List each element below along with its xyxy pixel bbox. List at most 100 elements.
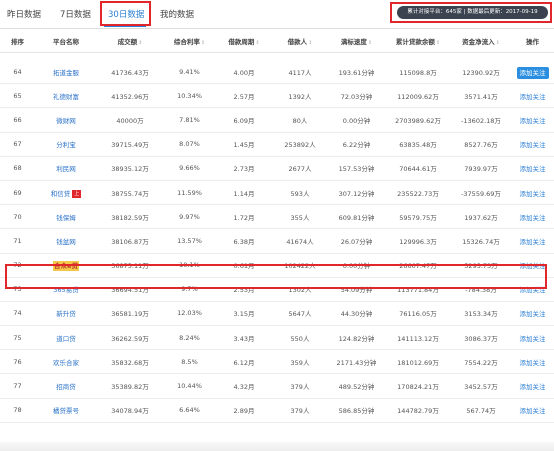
platform-link[interactable]: 拓道金服 [53, 69, 79, 77]
cell-inflow: 1937.62万 [451, 204, 511, 230]
cell-value: 38106.87万 [111, 237, 149, 246]
cell-value: 69 [13, 188, 22, 197]
cell-value: 3086.37万 [464, 334, 498, 343]
cell-name: 招商贷 [35, 373, 97, 399]
platform-link[interactable]: 利民网 [56, 165, 76, 173]
platform-link[interactable]: 欢乐合家 [53, 359, 79, 367]
platform-link[interactable]: 礼德财富 [53, 93, 79, 101]
add-follow-button[interactable]: 添加关注 [520, 93, 546, 101]
cell-value: 355人 [290, 213, 310, 222]
cell-value: 235522.73万 [397, 189, 439, 198]
cell-value: 359人 [290, 358, 310, 367]
platform-link[interactable]: 微财网 [56, 117, 76, 125]
cell-action: 添加关注 [511, 373, 554, 399]
header-speed[interactable]: 满标速度↕ [328, 29, 385, 53]
cell-value: 2.89月 [233, 407, 255, 416]
cell-value: 80人 [292, 116, 308, 125]
tab-yesterday[interactable]: 昨日数据 [7, 8, 41, 20]
platform-link[interactable]: 钱盆网 [56, 238, 76, 246]
platform-link[interactable]: 分利宝 [56, 141, 76, 149]
cell-rank: 68 [0, 156, 35, 181]
cell-value: 10.34% [177, 91, 202, 100]
cell-value: 8.24% [179, 333, 200, 342]
cell-balance: 170824.21万 [385, 373, 451, 399]
cell-rate: 12.03% [163, 301, 216, 327]
header-balance[interactable]: 累计贷款余额↕ [385, 29, 451, 53]
header-inflow[interactable]: 资金净流入↕ [451, 29, 511, 53]
cell-value: 6.22分钟 [342, 141, 371, 150]
sort-icon[interactable]: ↕ [368, 40, 372, 46]
cell-action: 添加关注 [511, 132, 554, 157]
cell-rank: 64 [0, 60, 35, 85]
cell-name: 钱盆网 [35, 228, 97, 254]
row-highlight-box [5, 264, 547, 289]
add-follow-button[interactable]: 添加关注 [520, 214, 546, 222]
table-row: 70 钱保姆 38182.59万 9.97% 1.72月 355人 609.81分钟 5957… [0, 204, 554, 230]
cell-period: 3.43月 [216, 325, 272, 351]
cell-inflow: 567.74万 [451, 398, 511, 423]
cell-value: 65 [13, 91, 22, 100]
add-follow-button[interactable]: 添加关注 [520, 383, 546, 391]
cell-rate: 11.59% [163, 180, 216, 206]
cell-value: 157.53分钟 [338, 165, 375, 174]
cell-value: 12390.92万 [462, 68, 500, 77]
add-follow-button[interactable]: 添加关注 [520, 190, 546, 198]
cell-value: 35389.82万 [111, 383, 149, 392]
cell-balance: 2703989.62万 [385, 107, 451, 133]
cell-value: 3.15月 [233, 310, 255, 319]
cell-value: 75 [13, 333, 22, 342]
add-follow-button[interactable]: 添加关注 [520, 407, 546, 415]
add-follow-button[interactable]: 添加关注 [520, 335, 546, 343]
add-follow-button[interactable]: 添加关注 [520, 117, 546, 125]
header-period[interactable]: 借款周期↕ [216, 29, 272, 53]
platform-link[interactable]: 新升贷 [56, 310, 76, 318]
add-follow-button[interactable]: 添加关注 [520, 359, 546, 367]
platform-link[interactable]: 道口贷 [56, 335, 76, 343]
add-follow-button[interactable]: 添加关注 [520, 310, 546, 318]
cell-value: 4.00月 [233, 68, 255, 77]
header-borrowers[interactable]: 借款人↕ [272, 29, 328, 53]
cell-value: 1392人 [288, 92, 312, 101]
cell-inflow: 8527.76万 [451, 132, 511, 157]
tab-my-data[interactable]: 我的数据 [160, 8, 194, 20]
info-highlight-box [390, 2, 552, 23]
cell-speed: 307.12分钟 [328, 180, 385, 206]
cell-borrowers: 80人 [272, 107, 328, 133]
sort-icon[interactable]: ↕ [255, 40, 259, 46]
cell-inflow: 7554.22万 [451, 349, 511, 375]
cell-balance: 76116.05万 [385, 301, 451, 327]
add-follow-button[interactable]: 添加关注 [516, 66, 549, 79]
sort-icon[interactable]: ↕ [201, 40, 205, 46]
cell-value: 72.03分钟 [340, 92, 373, 101]
platform-link[interactable]: 钱保姆 [56, 214, 76, 222]
cell-period: 3.15月 [216, 301, 272, 327]
cell-value: 77 [13, 382, 22, 391]
header-rate[interactable]: 综合利率↕ [163, 29, 216, 53]
sort-icon[interactable]: ↕ [496, 40, 500, 46]
platform-link[interactable]: 橘贷票号 [53, 407, 79, 415]
sort-icon[interactable]: ↕ [308, 40, 312, 46]
add-follow-button[interactable]: 添加关注 [520, 141, 546, 149]
sort-icon[interactable]: ↕ [138, 40, 142, 46]
cell-value: 141113.12万 [397, 334, 439, 343]
platform-link[interactable]: 和信贷 [51, 190, 71, 198]
table-header-row: 排序 平台名称 成交额↕ 综合利率↕ 借款周期↕ 借款人↕ 满标速度↕ 累计贷款余额↕ 资金净流… [0, 29, 554, 53]
add-follow-button[interactable]: 添加关注 [520, 165, 546, 173]
cell-period: 6.38月 [216, 228, 272, 254]
cell-speed: 193.61分钟 [328, 60, 385, 85]
tab-7-days[interactable]: 7日数据 [60, 8, 91, 20]
cell-speed: 489.52分钟 [328, 373, 385, 399]
cell-name: 钱保姆 [35, 204, 97, 230]
platform-link[interactable]: 招商贷 [56, 383, 76, 391]
cell-speed: 2171.43分钟 [328, 349, 385, 375]
table-row: 66 微财网 40000万 7.81% 6.09月 80人 0.00分钟 2703989.62… [0, 107, 554, 133]
cell-action: 添加关注 [511, 349, 554, 375]
cell-value: 567.74万 [466, 407, 496, 416]
table-row: 67 分利宝 39715.49万 8.07% 1.45月 253892人 6.22分钟 638… [0, 132, 554, 157]
sort-icon[interactable]: ↕ [436, 40, 440, 46]
header-volume[interactable]: 成交额↕ [97, 29, 163, 53]
add-follow-button[interactable]: 添加关注 [520, 238, 546, 246]
header-label: 操作 [526, 37, 539, 46]
cell-borrowers: 593人 [272, 180, 328, 206]
cell-value: 129996.3万 [399, 237, 437, 246]
